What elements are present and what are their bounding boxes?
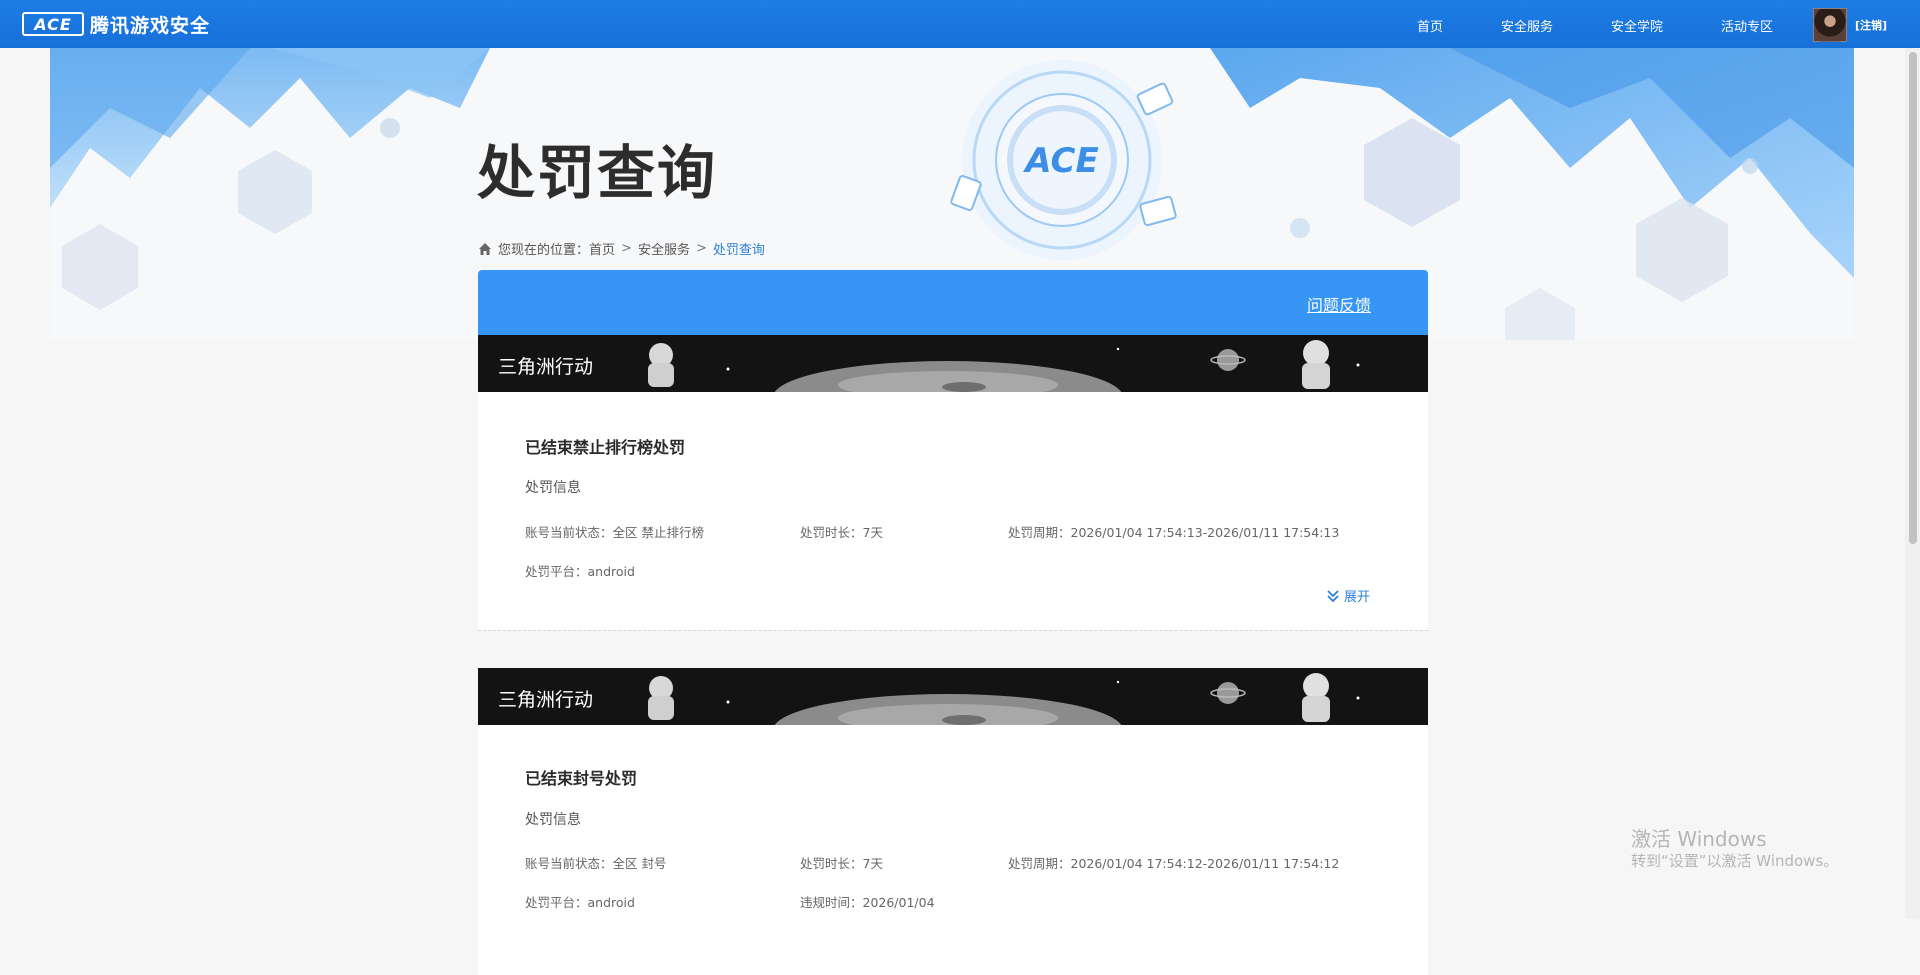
scrollbar-thumb[interactable]	[1909, 52, 1917, 544]
vertical-scrollbar[interactable]	[1905, 0, 1920, 919]
breadcrumb-current[interactable]: 处罚查询	[713, 239, 765, 258]
account-status: 账号当前状态：全区 封号	[525, 856, 667, 871]
ace-logo-icon: ACE	[22, 12, 84, 36]
breadcrumb-separator: >	[621, 241, 632, 256]
nav-security-academy[interactable]: 安全学院	[1611, 16, 1663, 35]
punishment-platform: 处罚平台：android	[525, 895, 635, 910]
game-banner-art	[648, 340, 1360, 392]
breadcrumb-separator: >	[695, 241, 707, 256]
expand-button[interactable]: 展开	[1326, 586, 1370, 605]
double-chevron-down-icon	[1327, 589, 1339, 602]
nav-security-service[interactable]: 安全服务	[1501, 16, 1553, 35]
windows-activation-title: 激活 Windows	[1631, 827, 1767, 851]
punishment-platform: 处罚平台：android	[525, 564, 635, 579]
record-section-label: 处罚信息	[525, 812, 581, 828]
logo-text: 腾讯游戏安全	[90, 14, 211, 37]
punishment-period: 处罚周期：2026/01/04 17:54:12-2026/01/11 17:5…	[1008, 856, 1340, 871]
game-name: 三角洲行动	[498, 689, 594, 711]
punishment-record: 已结束禁止排行榜处罚 处罚信息 账号当前状态：全区 禁止排行榜 处罚时长：7天 …	[478, 392, 1428, 630]
game-banner: 三角洲行动	[478, 335, 1428, 392]
top-navigation-bar: ACE 腾讯游戏安全 首页 安全服务 安全学院 活动专区 [注销]	[0, 0, 1920, 48]
page-title: 处罚查询	[477, 139, 718, 207]
punishment-duration: 处罚时长：7天	[800, 525, 883, 540]
windows-activation-hint: 转到“设置”以激活 Windows。	[1631, 852, 1839, 870]
record-section-label: 处罚信息	[525, 480, 581, 496]
account-status: 账号当前状态：全区 禁止排行榜	[525, 525, 704, 540]
expand-label: 展开	[1343, 590, 1370, 605]
breadcrumb-prefix: 您现在的位置：	[498, 243, 590, 258]
record-gap	[478, 631, 1428, 668]
punishment-period: 处罚周期：2026/01/04 17:54:13-2026/01/11 17:5…	[1008, 525, 1340, 540]
home-icon	[479, 242, 491, 255]
nav-home[interactable]: 首页	[1417, 16, 1443, 35]
site-logo[interactable]: ACE 腾讯游戏安全	[22, 10, 210, 38]
punishment-panel: 问题反馈 三角洲行动 已结束禁止排行榜处罚 处罚信息 账号当前状态：全区 禁止排…	[478, 270, 1428, 975]
violation-time: 违规时间：2026/01/04	[800, 895, 935, 910]
svg-text:ACE: ACE	[1022, 141, 1098, 181]
record-title: 已结束封号处罚	[525, 769, 638, 788]
user-avatar[interactable]	[1813, 8, 1847, 42]
nav-events[interactable]: 活动专区	[1721, 16, 1773, 35]
logout-link[interactable]: [注销]	[1855, 17, 1887, 33]
game-banner: 三角洲行动	[478, 668, 1428, 725]
record-title: 已结束禁止排行榜处罚	[525, 438, 686, 457]
punishment-duration: 处罚时长：7天	[800, 856, 883, 871]
game-name: 三角洲行动	[498, 356, 594, 378]
punishment-record: 已结束封号处罚 处罚信息 账号当前状态：全区 封号 处罚时长：7天 处罚周期：2…	[478, 725, 1428, 975]
panel-header: 问题反馈	[478, 270, 1428, 335]
breadcrumb-security-service[interactable]: 安全服务	[638, 239, 690, 258]
feedback-link[interactable]: 问题反馈	[1307, 292, 1371, 316]
breadcrumb: 您现在的位置： 首页 > 安全服务 > 处罚查询	[478, 239, 765, 258]
breadcrumb-home[interactable]: 首页	[589, 239, 615, 258]
game-banner-art	[648, 673, 1360, 725]
